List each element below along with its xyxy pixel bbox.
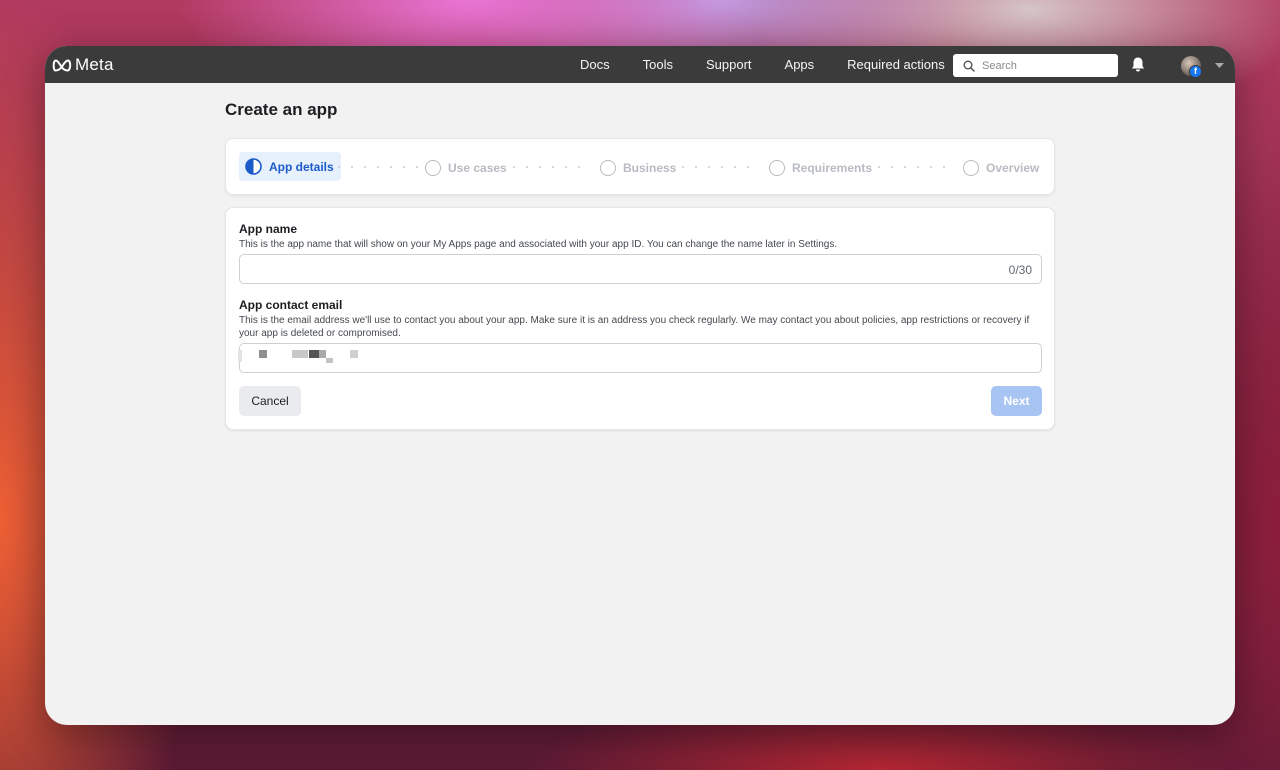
empty-circle-icon <box>425 159 441 176</box>
page-title: Create an app <box>225 100 338 119</box>
step-overview[interactable]: Overview <box>963 139 1039 196</box>
nav-item-docs[interactable]: Docs <box>580 57 610 72</box>
nav-item-tools[interactable]: Tools <box>643 57 673 72</box>
redacted-email <box>309 350 319 358</box>
app-name-input[interactable]: 0/30 <box>239 254 1042 284</box>
step-connector <box>513 166 580 168</box>
step-app-details[interactable]: App details <box>239 152 341 181</box>
empty-circle-icon <box>963 159 979 176</box>
logo-text: Meta <box>75 55 114 74</box>
half-filled-circle-icon <box>245 158 262 175</box>
top-nav: Docs Tools Support Apps Required actions <box>580 46 978 83</box>
search-box[interactable] <box>953 54 1118 77</box>
search-input[interactable] <box>982 59 1112 72</box>
nav-item-support[interactable]: Support <box>706 57 752 72</box>
redacted-email <box>326 358 333 363</box>
step-business[interactable]: Business <box>600 139 676 196</box>
app-contact-email-label: App contact email <box>239 298 343 312</box>
app-contact-email-help: This is the email address we'll use to c… <box>239 315 1030 339</box>
step-label: Overview <box>986 160 1040 175</box>
redacted-email <box>350 350 358 358</box>
meta-infinity-icon <box>52 59 72 71</box>
next-button[interactable]: Next <box>991 386 1042 416</box>
step-connector <box>338 166 418 168</box>
step-label: Requirements <box>792 160 873 175</box>
chevron-down-icon[interactable] <box>1215 63 1224 68</box>
step-connector <box>878 166 945 168</box>
step-label: Use cases <box>448 160 507 175</box>
app-details-form: App name This is the app name that will … <box>225 207 1055 430</box>
step-label: App details <box>269 159 334 174</box>
step-connector <box>682 166 749 168</box>
top-navigation-bar: Meta Docs Tools Support Apps Required ac… <box>45 46 1235 83</box>
notifications-bell-icon[interactable] <box>1130 56 1146 73</box>
progress-stepper: App details Use cases Business Requireme… <box>225 138 1055 195</box>
cancel-button[interactable]: Cancel <box>239 386 301 416</box>
empty-circle-icon <box>600 159 616 176</box>
step-use-cases[interactable]: Use cases <box>425 139 507 196</box>
search-icon <box>963 60 975 72</box>
app-name-label: App name <box>239 222 298 236</box>
app-contact-email-input[interactable] <box>238 343 1042 373</box>
redacted-email <box>259 350 267 358</box>
step-label: Business <box>623 160 677 175</box>
empty-circle-icon <box>769 159 785 176</box>
facebook-badge-icon: f <box>1189 65 1202 78</box>
redacted-email <box>319 350 326 358</box>
browser-window: Meta Docs Tools Support Apps Required ac… <box>45 46 1235 725</box>
meta-logo[interactable]: Meta <box>52 55 114 75</box>
nav-item-apps[interactable]: Apps <box>785 57 815 72</box>
redacted-email <box>292 350 308 358</box>
character-counter: 0/30 <box>1008 263 1032 277</box>
nav-item-required-actions[interactable]: Required actions <box>847 57 945 72</box>
step-requirements[interactable]: Requirements <box>769 139 872 196</box>
redacted-email <box>238 350 242 362</box>
app-name-help: This is the app name that will show on y… <box>239 239 838 250</box>
